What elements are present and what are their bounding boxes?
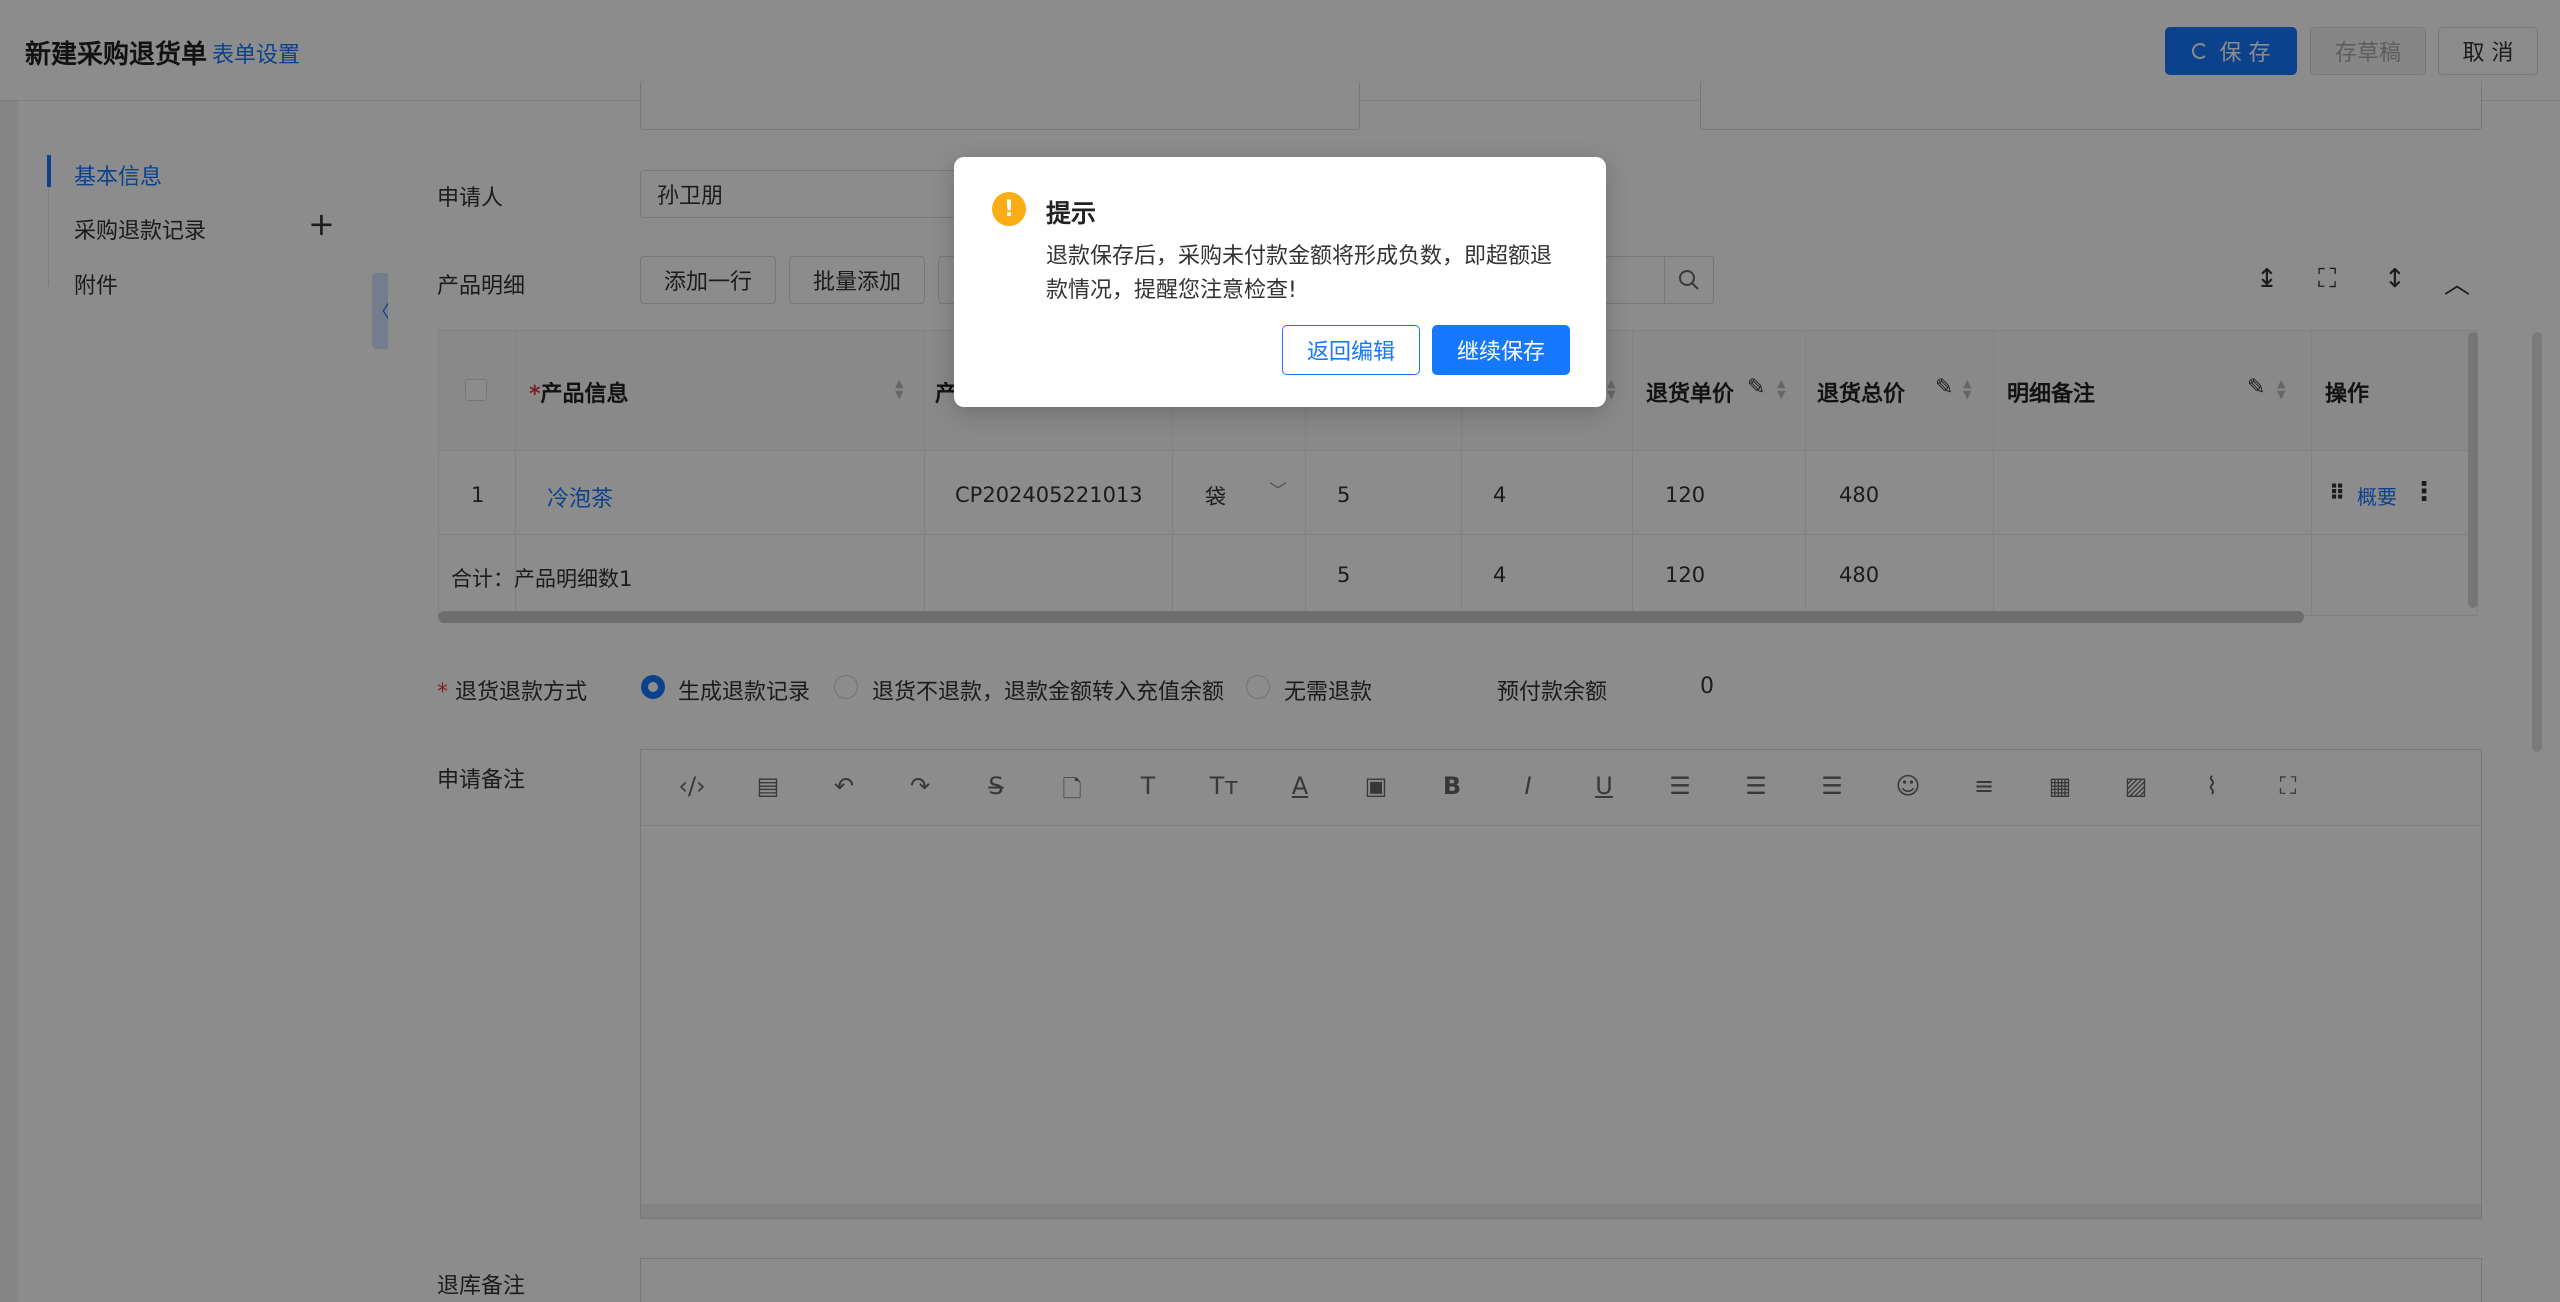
dialog-message: 退款保存后，采购未付款金额将形成负数，即超额退款情况，提醒您注意检查!	[1046, 244, 1553, 303]
back-to-edit-button[interactable]: 返回编辑	[1282, 325, 1420, 375]
dialog-title: 提示	[1046, 199, 1097, 228]
warning-icon: !	[992, 192, 1026, 226]
continue-save-button[interactable]: 继续保存	[1432, 325, 1570, 375]
confirm-dialog: ! 提示 退款保存后，采购未付款金额将形成负数，即超额退款情况，提醒您注意检查!…	[954, 157, 1606, 407]
